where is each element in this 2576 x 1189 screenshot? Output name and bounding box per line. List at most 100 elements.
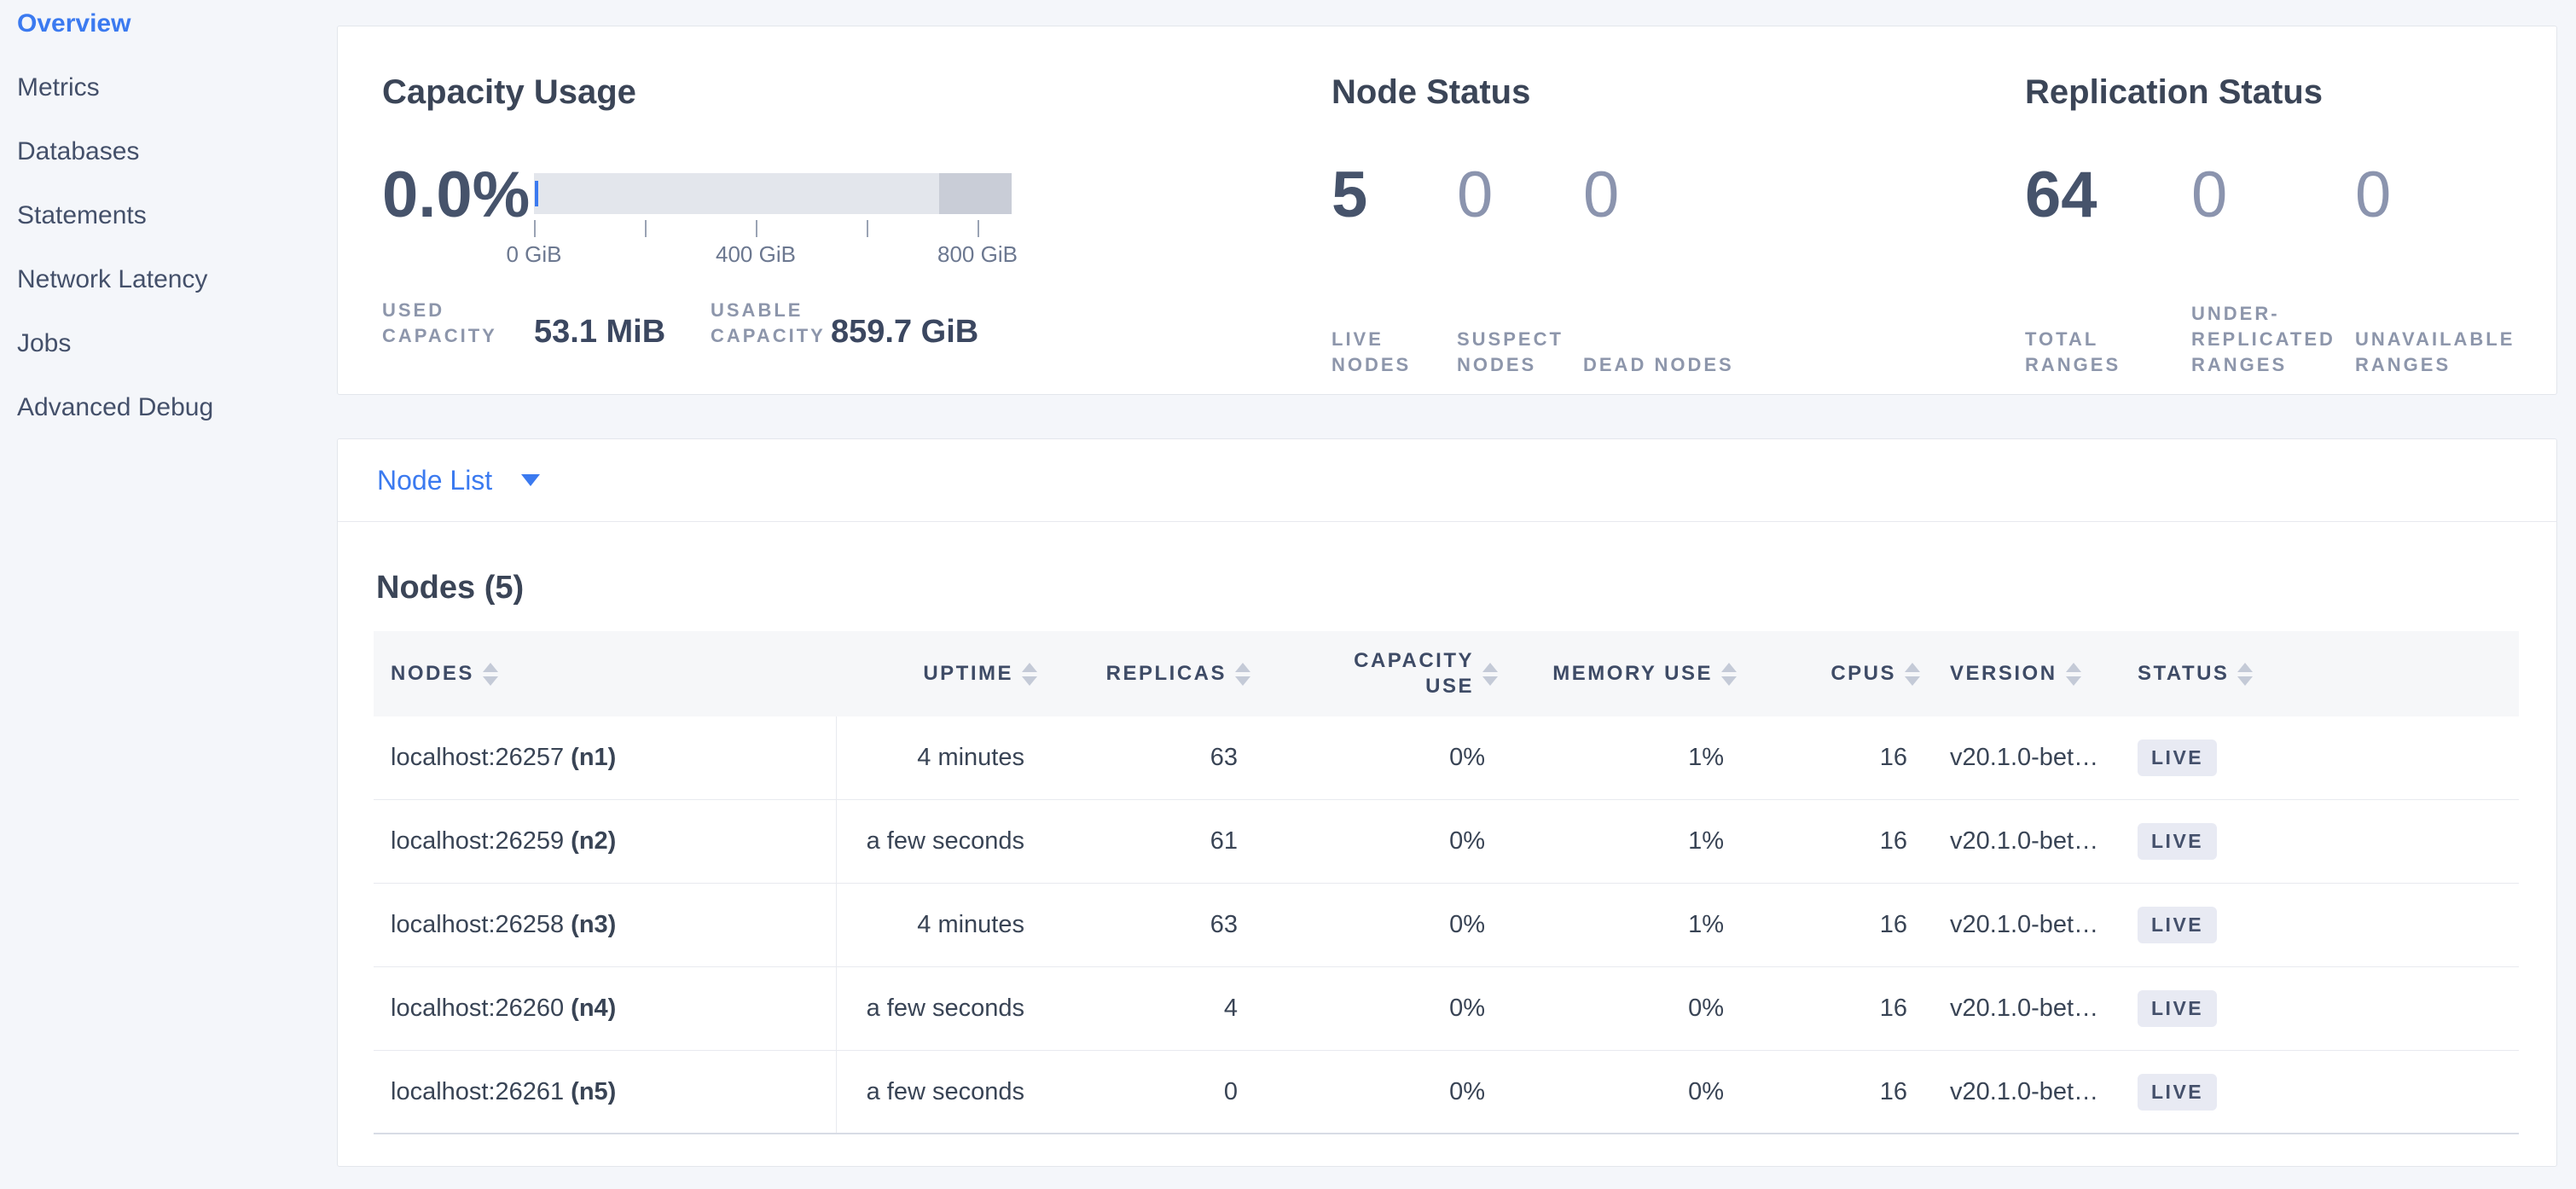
live-nodes-value: 5 <box>1332 163 1457 228</box>
sidebar-item-jobs[interactable]: Jobs <box>0 320 337 368</box>
table-row[interactable]: localhost:26257 (n1) 4 minutes 63 0% 1% … <box>374 716 2519 800</box>
suspect-nodes-stat: 0 SUSPECT NODES <box>1457 163 1583 378</box>
cluster-summary-card: Capacity Usage 0.0% 0 GiB 400 GiB 800 Gi… <box>337 26 2557 395</box>
sort-icon[interactable] <box>1022 663 1037 686</box>
table-row[interactable]: localhost:26259 (n2) a few seconds 61 0%… <box>374 800 2519 884</box>
capacity-use-cell: 0% <box>1250 744 1498 772</box>
usable-capacity-label: USABLE CAPACITY <box>711 298 831 351</box>
status-cell: LIVE <box>2125 740 2519 776</box>
axis-tick <box>645 220 647 237</box>
status-badge: LIVE <box>2138 907 2217 943</box>
capacity-stats-row: USED CAPACITY 53.1 MiB USABLE CAPACITY 8… <box>382 298 978 351</box>
capacity-gauge-bar <box>534 173 1012 214</box>
sidebar-item-network-latency[interactable]: Network Latency <box>0 256 337 304</box>
memory-use-cell: 0% <box>1498 995 1737 1023</box>
sort-icon[interactable] <box>1235 663 1250 686</box>
capacity-use-cell: 0% <box>1250 1078 1498 1106</box>
node-address: localhost:26259 <box>391 827 564 856</box>
replication-status-title: Replication Status <box>2025 73 2323 112</box>
node-address-cell[interactable]: localhost:26261 (n5) <box>374 1051 837 1133</box>
node-list-header: Node List <box>338 439 2556 522</box>
axis-tick <box>534 220 536 237</box>
node-list-dropdown-label: Node List <box>377 465 492 496</box>
table-row[interactable]: localhost:26261 (n5) a few seconds 0 0% … <box>374 1051 2519 1134</box>
sidebar-item-statements[interactable]: Statements <box>0 192 337 240</box>
replication-status-section: Replication Status 64 TOTAL RANGES 0 UND… <box>2025 26 2554 394</box>
axis-tick-label: 400 GiB <box>705 241 807 268</box>
uptime-cell: a few seconds <box>837 1078 1037 1106</box>
cpus-cell: 16 <box>1737 827 1920 856</box>
capacity-reserved-segment <box>939 173 1012 214</box>
replicas-cell: 63 <box>1037 911 1250 939</box>
axis-tick <box>756 220 757 237</box>
sort-icon[interactable] <box>2237 663 2253 686</box>
sort-icon[interactable] <box>1482 663 1498 686</box>
node-address: localhost:26260 <box>391 995 564 1023</box>
node-id: (n5) <box>571 1078 616 1106</box>
memory-use-cell: 1% <box>1498 744 1737 772</box>
used-capacity-label: USED CAPACITY <box>382 298 534 351</box>
sidebar-item-overview[interactable]: Overview <box>0 0 337 48</box>
column-header-uptime[interactable]: UPTIME <box>837 662 1037 686</box>
replicas-cell: 4 <box>1037 995 1250 1023</box>
node-address: localhost:26261 <box>391 1078 564 1106</box>
table-row[interactable]: localhost:26260 (n4) a few seconds 4 0% … <box>374 967 2519 1051</box>
nodes-table-header-row: NODES UPTIME REPLICAS CAPACITY USE <box>374 631 2519 716</box>
column-header-label: STATUS <box>2138 662 2229 686</box>
column-header-cpus[interactable]: CPUS <box>1737 662 1920 686</box>
column-header-label: REPLICAS <box>1106 662 1227 686</box>
dead-nodes-value: 0 <box>1583 163 1754 228</box>
node-address-cell[interactable]: localhost:26257 (n1) <box>374 716 837 799</box>
status-cell: LIVE <box>2125 990 2519 1027</box>
node-list-dropdown[interactable]: Node List <box>377 465 540 496</box>
axis-tick-label: 0 GiB <box>483 241 585 268</box>
node-list-card: Node List Nodes (5) NODES UPTIME <box>337 438 2557 1167</box>
axis-tick <box>867 220 868 237</box>
sidebar-item-databases[interactable]: Databases <box>0 128 337 176</box>
live-nodes-stat: 5 LIVE NODES <box>1332 163 1457 378</box>
node-address-cell[interactable]: localhost:26259 (n2) <box>374 800 837 883</box>
node-status-section: Node Status 5 LIVE NODES 0 SUSPECT NODES… <box>1332 26 1980 394</box>
column-header-status[interactable]: STATUS <box>2125 662 2519 686</box>
status-badge: LIVE <box>2138 990 2217 1027</box>
unavailable-ranges-stat: 0 UNAVAILABLE RANGES <box>2355 163 2551 378</box>
cluster-overview-page: Overview Metrics Databases Statements Ne… <box>0 0 2576 1189</box>
status-cell: LIVE <box>2125 823 2519 860</box>
suspect-nodes-label: SUSPECT NODES <box>1457 327 1583 378</box>
capacity-usage-title: Capacity Usage <box>382 73 636 112</box>
status-cell: LIVE <box>2125 1074 2519 1111</box>
under-replicated-ranges-label: UNDER-REPLICATED RANGES <box>2191 301 2349 378</box>
node-address-cell[interactable]: localhost:26258 (n3) <box>374 884 837 966</box>
replicas-cell: 61 <box>1037 827 1250 856</box>
status-badge: LIVE <box>2138 1074 2217 1111</box>
column-header-memory-use[interactable]: MEMORY USE <box>1498 662 1737 686</box>
sort-icon[interactable] <box>1905 663 1920 686</box>
sidebar-item-advanced-debug[interactable]: Advanced Debug <box>0 384 337 432</box>
node-id: (n3) <box>571 911 616 939</box>
cpus-cell: 16 <box>1737 1078 1920 1106</box>
version-cell: v20.1.0-bet… <box>1920 827 2125 856</box>
cpus-cell: 16 <box>1737 744 1920 772</box>
axis-tick <box>978 220 979 237</box>
sort-icon[interactable] <box>2066 663 2081 686</box>
suspect-nodes-value: 0 <box>1457 163 1583 228</box>
column-header-replicas[interactable]: REPLICAS <box>1037 662 1250 686</box>
column-header-version[interactable]: VERSION <box>1920 662 2125 686</box>
status-badge: LIVE <box>2138 740 2217 776</box>
total-ranges-label: TOTAL RANGES <box>2025 327 2191 378</box>
column-header-nodes[interactable]: NODES <box>374 662 837 686</box>
sort-icon[interactable] <box>1721 663 1737 686</box>
uptime-cell: 4 minutes <box>837 911 1037 939</box>
dead-nodes-label: DEAD NODES <box>1583 352 1734 378</box>
sidebar-item-metrics[interactable]: Metrics <box>0 64 337 112</box>
node-id: (n4) <box>571 995 616 1023</box>
sort-icon[interactable] <box>483 663 498 686</box>
table-row[interactable]: localhost:26258 (n3) 4 minutes 63 0% 1% … <box>374 884 2519 967</box>
version-cell: v20.1.0-bet… <box>1920 744 2125 772</box>
main-content: Capacity Usage 0.0% 0 GiB 400 GiB 800 Gi… <box>337 0 2557 1189</box>
replicas-cell: 63 <box>1037 744 1250 772</box>
node-address-cell[interactable]: localhost:26260 (n4) <box>374 967 837 1050</box>
version-cell: v20.1.0-bet… <box>1920 995 2125 1023</box>
under-replicated-ranges-stat: 0 UNDER-REPLICATED RANGES <box>2191 163 2355 378</box>
column-header-capacity-use[interactable]: CAPACITY USE <box>1250 648 1498 699</box>
